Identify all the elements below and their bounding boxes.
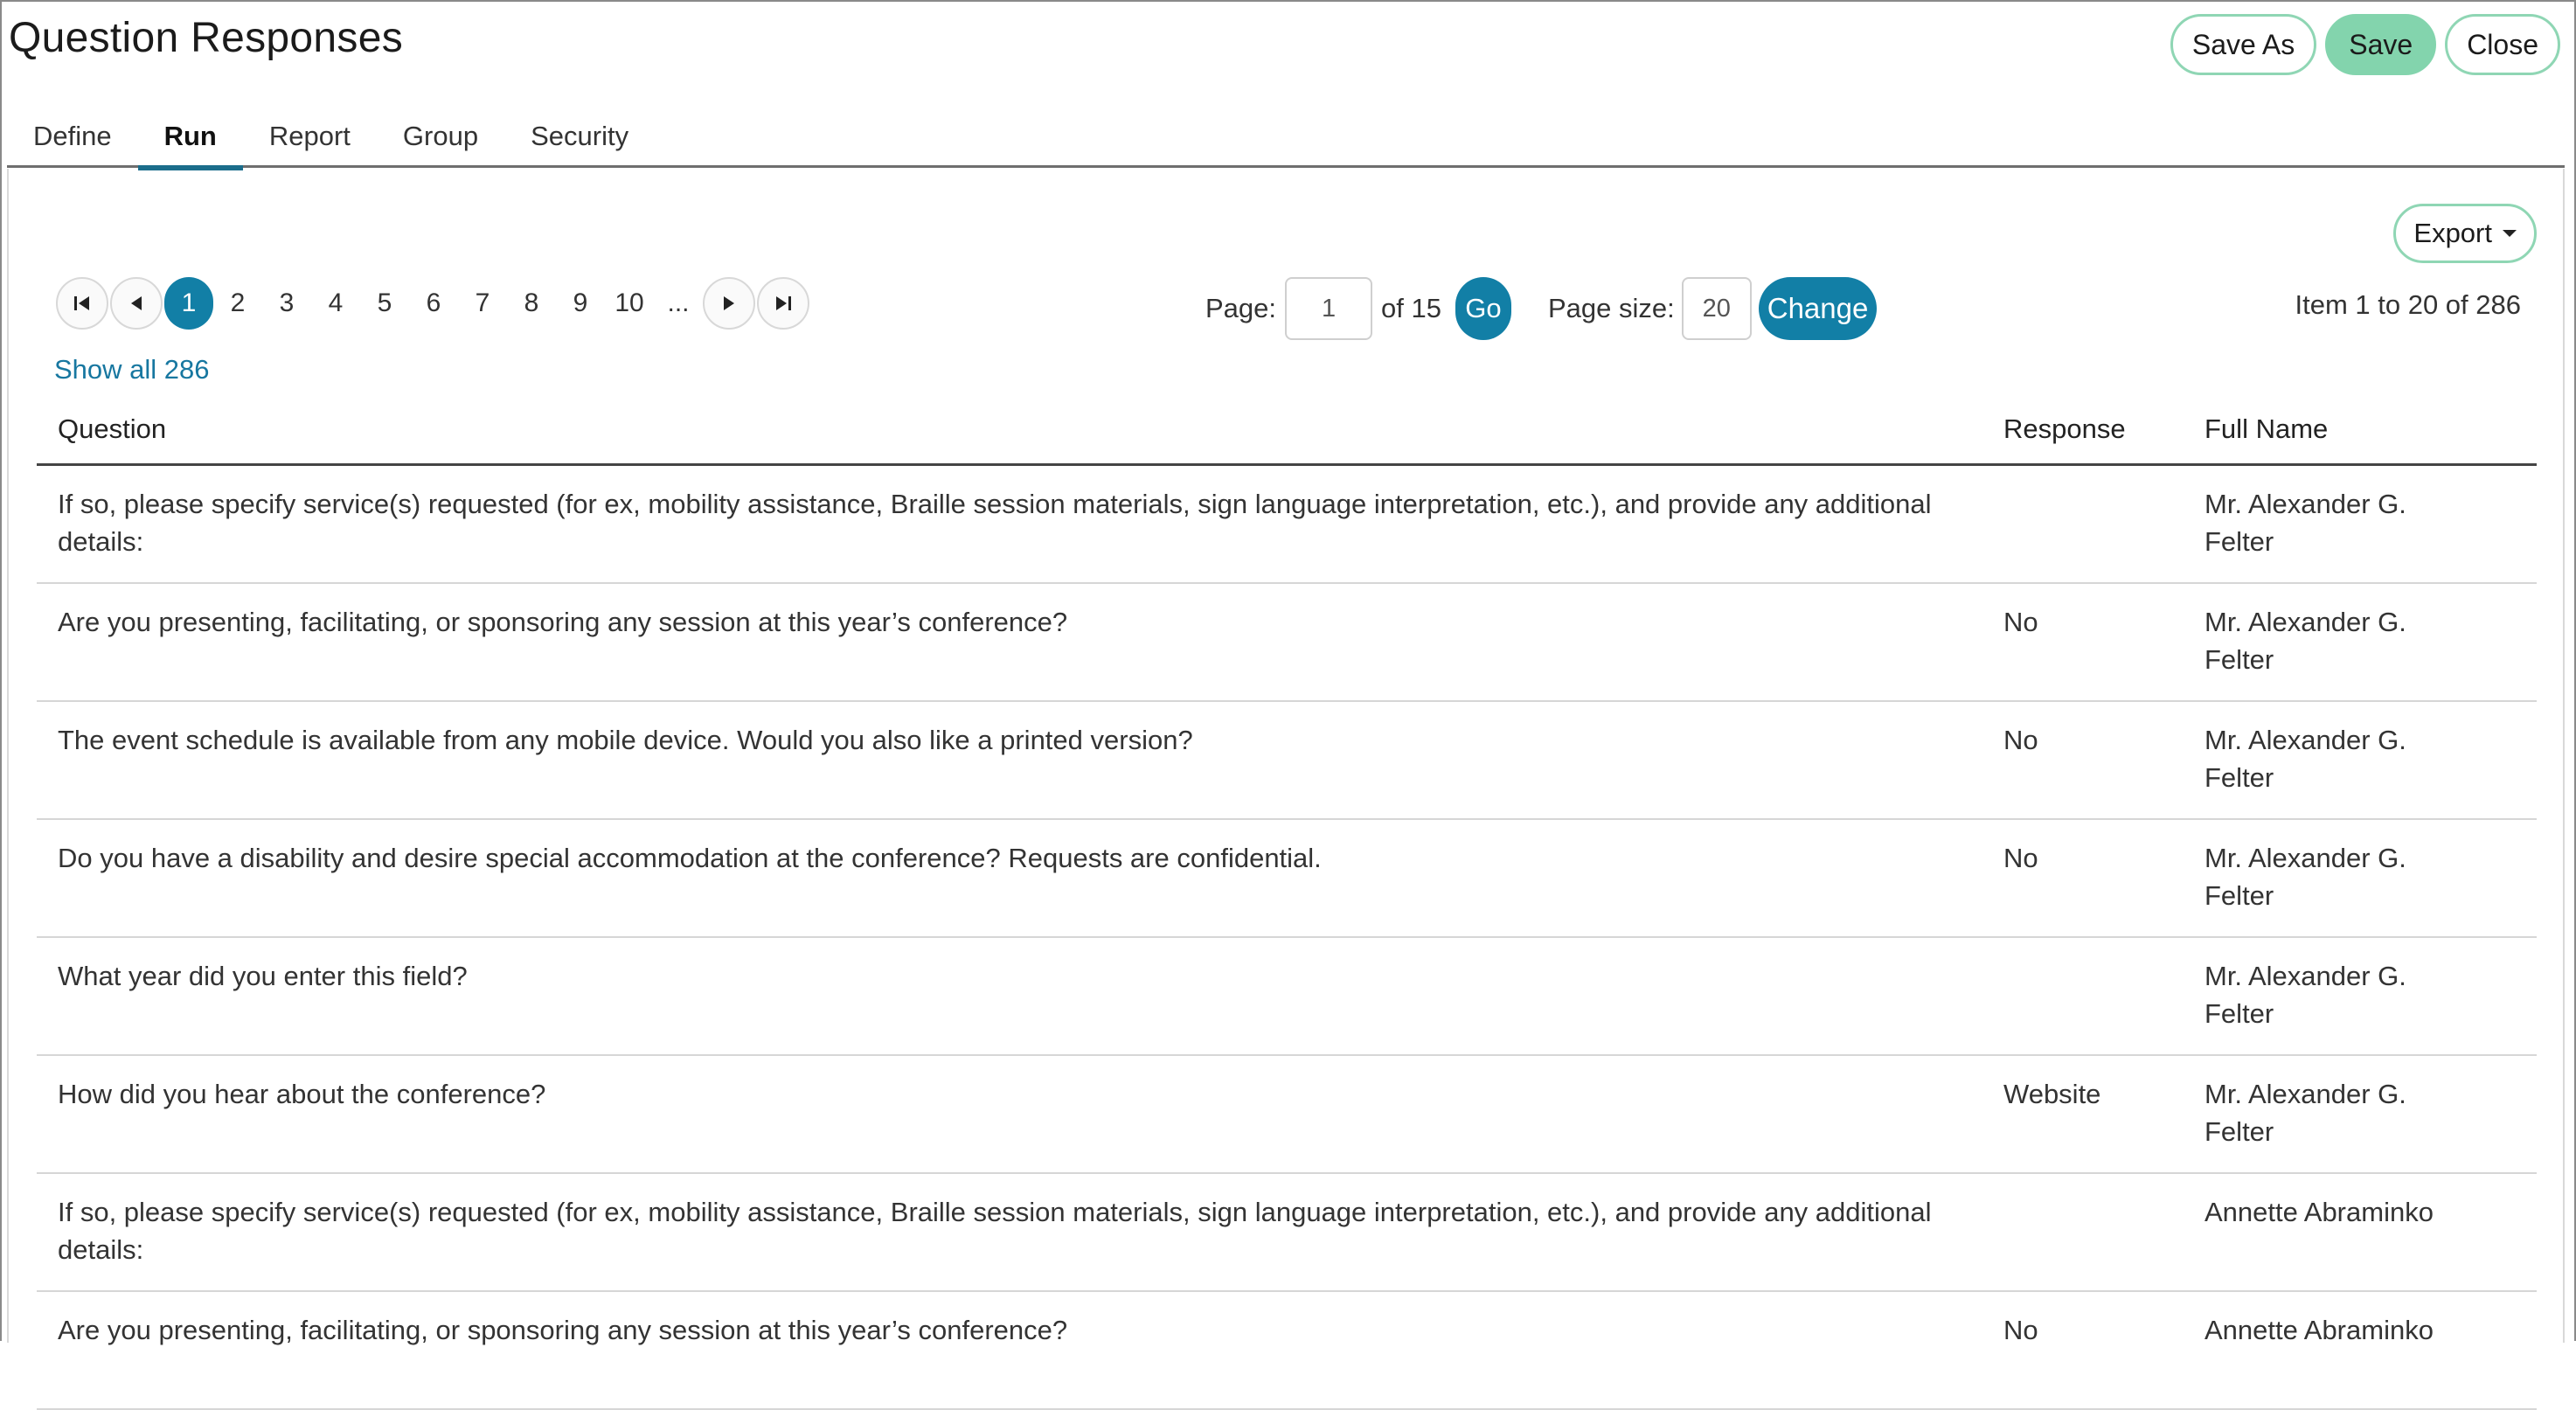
cell-response (2003, 485, 2205, 582)
cell-full-name: Mr. Alexander G. Felter (2205, 961, 2406, 1029)
page-title: Question Responses (9, 15, 403, 61)
column-header-full-name[interactable]: Full Name (2205, 413, 2475, 445)
cell-response: No (2003, 1315, 2038, 1345)
page-2[interactable]: 2 (213, 277, 262, 330)
page-size-input[interactable] (1681, 277, 1752, 340)
first-page-button[interactable] (56, 277, 108, 330)
cell-full-name: Mr. Alexander G. Felter (2205, 607, 2406, 675)
triangle-left-icon (131, 296, 142, 310)
next-page-button[interactable] (703, 277, 755, 330)
cell-full-name: Mr. Alexander G. Felter (2205, 1079, 2406, 1147)
cell-question: If so, please specify service(s) request… (58, 489, 1932, 557)
column-header-question[interactable]: Question (37, 413, 2003, 445)
cell-full-name: Mr. Alexander G. Felter (2205, 843, 2406, 911)
table-row: If so, please specify service(s) request… (37, 466, 2537, 584)
page-1[interactable]: 1 (164, 277, 213, 330)
change-button[interactable]: Change (1758, 277, 1878, 340)
cell-response: No (2003, 607, 2038, 637)
table-row: The event schedule is available from any… (37, 702, 2537, 820)
table-row: If so, please specify service(s) request… (37, 1174, 2537, 1292)
page-10[interactable]: 10 (605, 277, 654, 330)
tab-report[interactable]: Report (243, 105, 377, 168)
cell-response: No (2003, 725, 2038, 755)
page-5[interactable]: 5 (360, 277, 409, 330)
page-3[interactable]: 3 (262, 277, 311, 330)
cell-full-name: Annette Abraminko (2205, 1315, 2434, 1345)
export-label: Export (2413, 218, 2492, 248)
go-button[interactable]: Go (1455, 277, 1511, 340)
cell-response (2003, 1193, 2205, 1290)
cell-question: What year did you enter this field? (58, 961, 468, 991)
show-all-link[interactable]: Show all 286 (54, 354, 210, 385)
cell-question: Are you presenting, facilitating, or spo… (58, 1315, 1068, 1345)
page-7[interactable]: 7 (458, 277, 507, 330)
cell-question: The event schedule is available from any… (58, 725, 1193, 755)
tab-run[interactable]: Run (137, 105, 244, 170)
item-count: Item 1 to 20 of 286 (2295, 289, 2521, 320)
save-button[interactable]: Save (2325, 14, 2437, 75)
cell-question: If so, please specify service(s) request… (58, 1197, 1932, 1265)
table-row: Are you presenting, facilitating, or spo… (37, 584, 2537, 702)
cell-question: Do you have a disability and desire spec… (58, 843, 1322, 873)
caret-down-icon (2503, 230, 2517, 237)
table-row: What year did you enter this field? Mr. … (37, 938, 2537, 1056)
page-input[interactable] (1285, 277, 1373, 340)
page-size-label: Page size: (1547, 293, 1675, 323)
cell-response (2003, 957, 2205, 1054)
header-actions: Save As Save Close (2170, 14, 2560, 75)
column-header-response[interactable]: Response (2003, 413, 2205, 445)
cell-full-name: Mr. Alexander G. Felter (2205, 725, 2406, 793)
page-jump: Page: of 15 Go Page size: Change (1205, 277, 1878, 340)
window-frame: Question Responses Save As Save Close De… (0, 0, 2576, 1410)
table-header: Question Response Full Name (37, 394, 2537, 466)
cell-question: How did you hear about the conference? (58, 1079, 546, 1109)
pagination: 1 2 3 4 5 6 7 8 9 10 ... (56, 277, 811, 330)
tab-security[interactable]: Security (504, 105, 655, 168)
last-page-icon (776, 296, 791, 310)
save-as-button[interactable]: Save As (2170, 14, 2317, 75)
run-panel: Export 1 2 3 4 5 6 7 8 9 10 ... Page: 1 … (7, 169, 2565, 1410)
tab-bar: Define Run Report Group Security (7, 105, 2565, 170)
export-button[interactable]: Export (2393, 204, 2537, 263)
tab-group[interactable]: Group (377, 105, 504, 168)
cell-full-name: Annette Abraminko (2205, 1197, 2434, 1227)
page-label: Page: (1205, 293, 1277, 323)
cell-question: Are you presenting, facilitating, or spo… (58, 607, 1068, 637)
cell-full-name: Mr. Alexander G. Felter (2205, 489, 2406, 557)
tab-define[interactable]: Define (7, 105, 138, 168)
table-row: How did you hear about the conference? W… (37, 1056, 2537, 1174)
last-page-button[interactable] (757, 277, 809, 330)
page-4[interactable]: 4 (311, 277, 360, 330)
page-ellipsis[interactable]: ... (654, 288, 703, 318)
prev-page-button[interactable] (110, 277, 163, 330)
page-9[interactable]: 9 (556, 277, 605, 330)
first-page-icon (74, 296, 89, 310)
page-6[interactable]: 6 (409, 277, 458, 330)
table-row: Do you have a disability and desire spec… (37, 820, 2537, 938)
page-total-label: of 15 (1381, 293, 1441, 323)
responses-table: Question Response Full Name If so, pleas… (37, 394, 2537, 1410)
cell-response: No (2003, 843, 2038, 873)
table-row: Are you presenting, facilitating, or spo… (37, 1292, 2537, 1410)
cell-response: Website (2003, 1079, 2101, 1109)
close-button[interactable]: Close (2445, 14, 2560, 75)
page-8[interactable]: 8 (507, 277, 556, 330)
triangle-right-icon (724, 296, 734, 310)
